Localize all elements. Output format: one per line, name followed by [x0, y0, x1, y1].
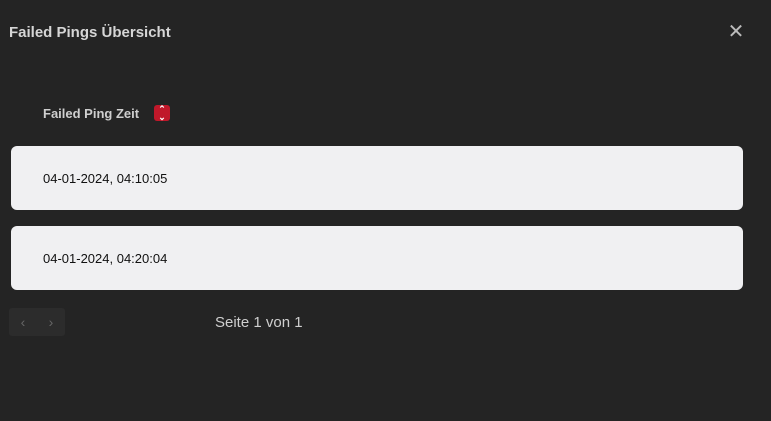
next-page-button[interactable]: › [37, 308, 65, 336]
table-row[interactable]: 04-01-2024, 04:10:05 [11, 146, 743, 210]
column-header-label: Failed Ping Zeit [43, 105, 140, 121]
pagination-controls: ‹ › [9, 308, 65, 336]
row-time: 04-01-2024, 04:20:04 [43, 251, 168, 266]
prev-page-button[interactable]: ‹ [9, 308, 37, 336]
row-time: 04-01-2024, 04:10:05 [43, 171, 168, 186]
dialog-title: Failed Pings Übersicht [9, 24, 171, 41]
table-row[interactable]: 04-01-2024, 04:20:04 [11, 226, 743, 290]
column-header[interactable]: Failed Ping Zeit ⌃ ⌄ [43, 105, 171, 122]
close-icon: ✕ [727, 21, 745, 43]
sort-icon[interactable]: ⌃ ⌄ [154, 105, 171, 122]
page-indicator: Seite 1 von 1 [215, 314, 303, 331]
close-button[interactable]: ✕ [726, 22, 746, 42]
